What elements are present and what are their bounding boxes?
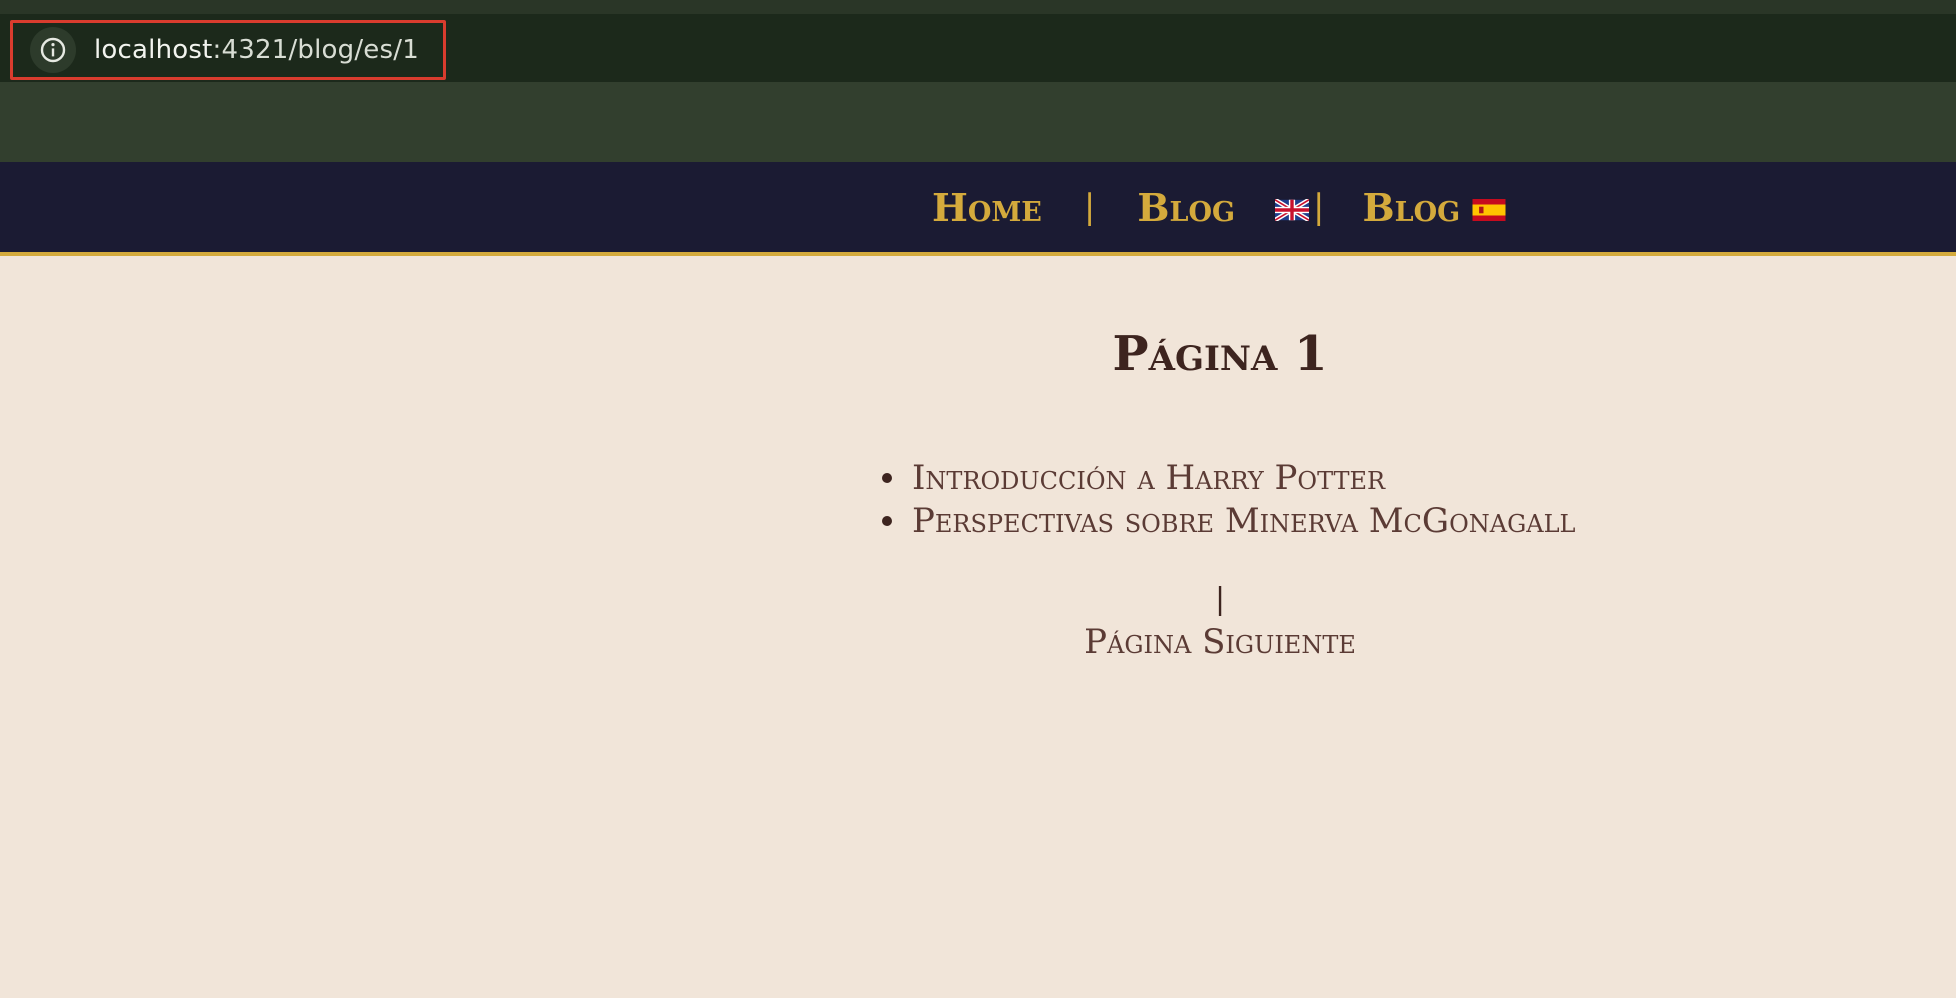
- address-field-highlight[interactable]: localhost:4321/blog/es/1: [10, 20, 446, 80]
- address-bar[interactable]: localhost:4321/blog/es/1: [0, 14, 1956, 82]
- info-icon[interactable]: [30, 27, 76, 73]
- url-host: localhost: [94, 35, 213, 65]
- post-link-mcgonagall[interactable]: Perspectivas sobre Minerva McGonagall: [912, 501, 1575, 541]
- nav-home-link[interactable]: Home: [932, 185, 1042, 230]
- pagination-separator: |: [1214, 582, 1226, 617]
- bullet-icon: [882, 515, 892, 526]
- nav-blog-en-link[interactable]: Blog: [1137, 185, 1235, 230]
- next-page-link[interactable]: Página Siguiente: [1084, 622, 1356, 662]
- uk-flag-icon: [1273, 185, 1311, 230]
- list-item: Introducción a Harry Potter: [880, 456, 1575, 499]
- browser-tab-strip: [0, 0, 1956, 14]
- nav-separator: |: [1083, 187, 1096, 227]
- post-link-harry-potter[interactable]: Introducción a Harry Potter: [912, 458, 1385, 498]
- site-header: Home | Blog | Blog: [0, 162, 1956, 256]
- spain-flag-icon: [1472, 185, 1506, 230]
- info-icon-glyph: [40, 37, 66, 63]
- url-path: :4321/blog/es/1: [212, 35, 419, 65]
- browser-chrome: localhost:4321/blog/es/1: [0, 0, 1956, 162]
- list-item: Perspectivas sobre Minerva McGonagall: [880, 499, 1575, 542]
- nav-blog-es-link[interactable]: Blog: [1363, 185, 1461, 230]
- main-nav: Home | Blog | Blog: [932, 180, 1506, 234]
- pagination: | Página Siguiente: [0, 582, 1956, 662]
- nav-separator: |: [1313, 187, 1325, 227]
- bullet-icon: [882, 472, 892, 483]
- post-list: Introducción a Harry Potter Perspectivas…: [880, 456, 1575, 542]
- url-text[interactable]: localhost:4321/blog/es/1: [94, 35, 419, 65]
- page-title: Página 1: [1112, 326, 1328, 382]
